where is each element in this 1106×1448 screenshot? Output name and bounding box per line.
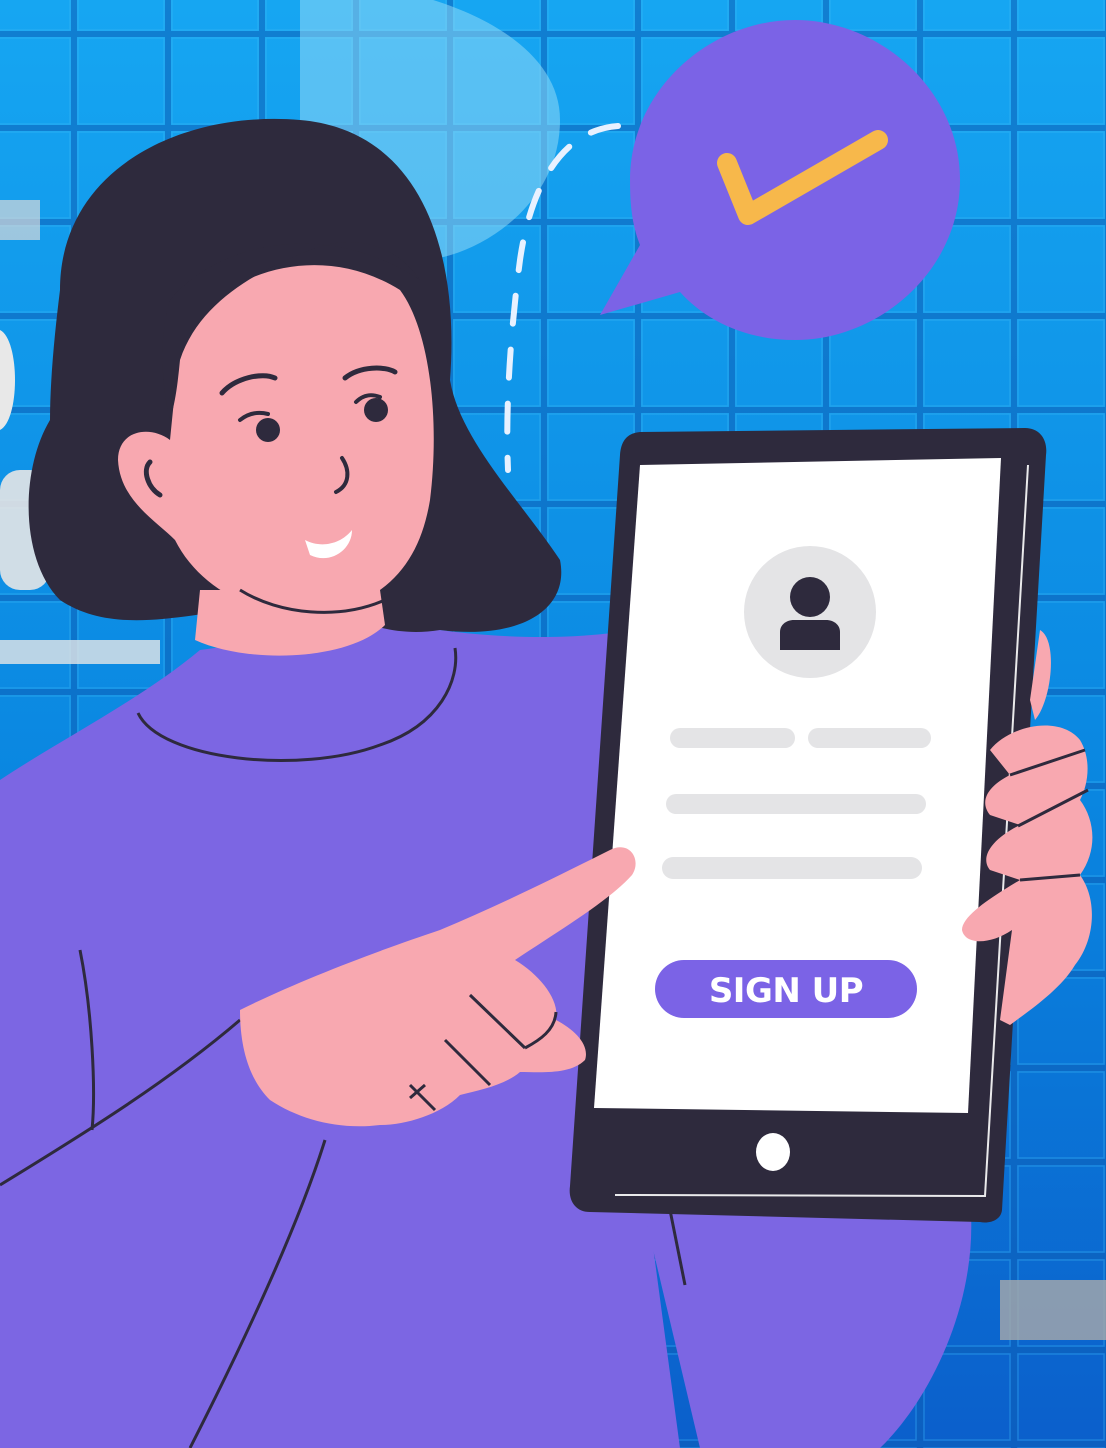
background-gray-block	[1000, 1280, 1106, 1340]
right-eye	[364, 398, 388, 422]
email-field[interactable]	[666, 794, 926, 814]
illustration-scene: SIGN UP	[0, 0, 1106, 1448]
tablet: SIGN UP	[569, 428, 1047, 1223]
home-button[interactable]	[756, 1133, 790, 1171]
signup-button-label: SIGN UP	[709, 971, 863, 1011]
left-eye	[256, 418, 280, 442]
first-name-field[interactable]	[670, 728, 795, 748]
illustration-canvas: SIGN UP	[0, 0, 1106, 1448]
user-avatar-icon	[744, 546, 876, 678]
last-name-field[interactable]	[808, 728, 931, 748]
signup-button[interactable]: SIGN UP	[655, 960, 917, 1018]
password-field[interactable]	[662, 857, 922, 879]
